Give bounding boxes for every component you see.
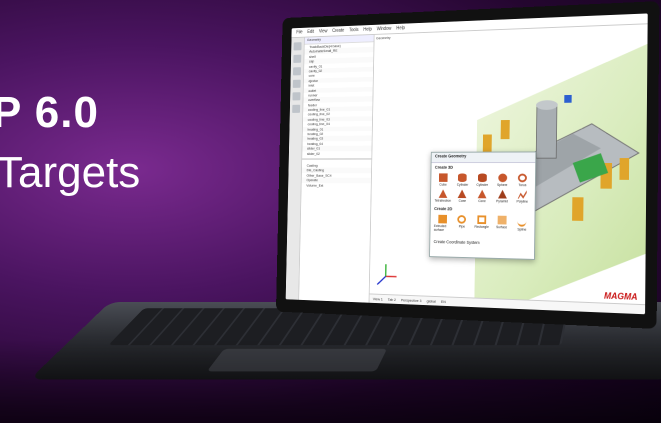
shape-pipe-button[interactable]: Pipe (453, 215, 470, 232)
menu-item-help-2[interactable]: Help (396, 25, 405, 31)
menu-item-edit[interactable]: Edit (307, 29, 314, 35)
shape-polyline-button[interactable]: Polyline (513, 190, 531, 204)
shape-label: Spline (517, 227, 527, 232)
shape-torus-button[interactable]: Torus (514, 173, 532, 188)
status-item[interactable]: Perspective 3 (401, 298, 422, 304)
shape-label: Pyramid (496, 199, 508, 204)
section-3d-label: Create 3D (434, 164, 453, 170)
status-item[interactable]: View 1 (373, 296, 383, 301)
menu-item-tools[interactable]: Tools (349, 27, 359, 33)
tree-row[interactable]: slider_02 (302, 151, 371, 156)
dialog-title: Create Geometry (431, 152, 536, 164)
brand-logo: MAGMA (603, 290, 638, 302)
shape-pyramid-button[interactable]: Pyramid (493, 189, 511, 204)
laptop-screen-frame: File Edit View Create Tools Help Window … (275, 1, 660, 329)
shape-sphere-button[interactable]: Sphere (494, 173, 512, 188)
shape-label: Cylinder (476, 182, 489, 187)
shape-label: Surface (496, 225, 508, 230)
shape-cube-button[interactable]: Cube (435, 173, 452, 187)
cylinder-icon (477, 173, 487, 183)
torus-icon (518, 173, 528, 183)
menu-item-create[interactable]: Create (332, 28, 344, 34)
settings-tool-icon[interactable] (292, 104, 301, 113)
menu-item-help[interactable]: Help (363, 27, 372, 33)
status-item[interactable]: global (427, 299, 436, 304)
surface-icon (497, 215, 507, 225)
pyramid-icon (497, 189, 507, 199)
create-geometry-dialog: Create Geometry Create 3D Cube Cylinder … (429, 151, 537, 260)
shape-label: Cone (478, 199, 486, 204)
shape-label: Sphere (497, 183, 508, 188)
spline-icon (517, 215, 527, 227)
rectangle-icon (477, 215, 487, 225)
lower-panel-row[interactable]: Volume_Ext (302, 183, 371, 188)
geometry-tool-icon[interactable] (293, 42, 302, 51)
cone-icon (457, 189, 467, 199)
sphere-icon (497, 173, 507, 183)
mesh-tool-icon[interactable] (293, 54, 302, 63)
shape-label: Cylinder (456, 182, 469, 187)
shape-cone-2-button[interactable]: Cone (473, 189, 490, 204)
menu-item-view[interactable]: View (319, 29, 328, 35)
hero-headline: P 6.0 (0, 88, 99, 137)
status-item[interactable]: EN (441, 299, 446, 304)
menu-item-window[interactable]: Window (377, 26, 392, 32)
shape-label: Polyline (516, 199, 528, 204)
create-coordinate-system-link[interactable]: Create Coordinate System (430, 237, 534, 248)
shape-spline-button[interactable]: Spline (513, 215, 531, 234)
shape-label: Rectangle (474, 224, 489, 229)
shape-label: Tetrahedron (434, 198, 452, 203)
menu-item-file[interactable]: File (296, 30, 302, 36)
shape-rectangle-button[interactable]: Rectangle (473, 215, 491, 232)
geometry-tree-panel: Geometry TrackBackDie(4 base) AutomaticS… (299, 34, 375, 303)
3d-viewport[interactable]: Geometry Create Geometry Create 3D Cube … (369, 24, 648, 315)
cube-icon (438, 173, 448, 182)
shape-label: Cone (458, 198, 467, 203)
extruded-surface-icon (438, 214, 447, 224)
axis-triad-icon (373, 262, 399, 291)
pipe-icon (457, 215, 467, 224)
materials-tool-icon[interactable] (292, 79, 301, 88)
shape-label: Torus (518, 183, 527, 188)
hero-subline: Targets (0, 148, 141, 197)
shape-surface-button[interactable]: Surface (493, 215, 511, 234)
cylinder-icon (458, 173, 468, 182)
viewport-title: Geometry (376, 35, 391, 41)
process-tool-icon[interactable] (293, 67, 302, 76)
shape-cone-button[interactable]: Cone (454, 189, 471, 203)
polyline-icon (518, 190, 527, 199)
results-tool-icon[interactable] (292, 92, 301, 101)
shape-label: Extruded surface (433, 224, 447, 232)
shape-label: Pipe (458, 224, 466, 229)
shape-extruded-button[interactable]: Extruded surface (433, 214, 451, 232)
shape-tetrahedron-button[interactable]: Tetrahedron (434, 189, 452, 203)
shape-cylinder-button[interactable]: Cylinder (454, 173, 471, 187)
app-window: File Edit View Create Tools Help Window … (285, 13, 648, 315)
tetrahedron-icon (438, 189, 448, 198)
shape-cylinder-2-button[interactable]: Cylinder (474, 173, 491, 187)
cone-icon (477, 189, 487, 199)
shape-label: Cube (439, 182, 447, 187)
floor-shadow (0, 340, 661, 423)
status-item[interactable]: Tab 2 (388, 297, 396, 302)
